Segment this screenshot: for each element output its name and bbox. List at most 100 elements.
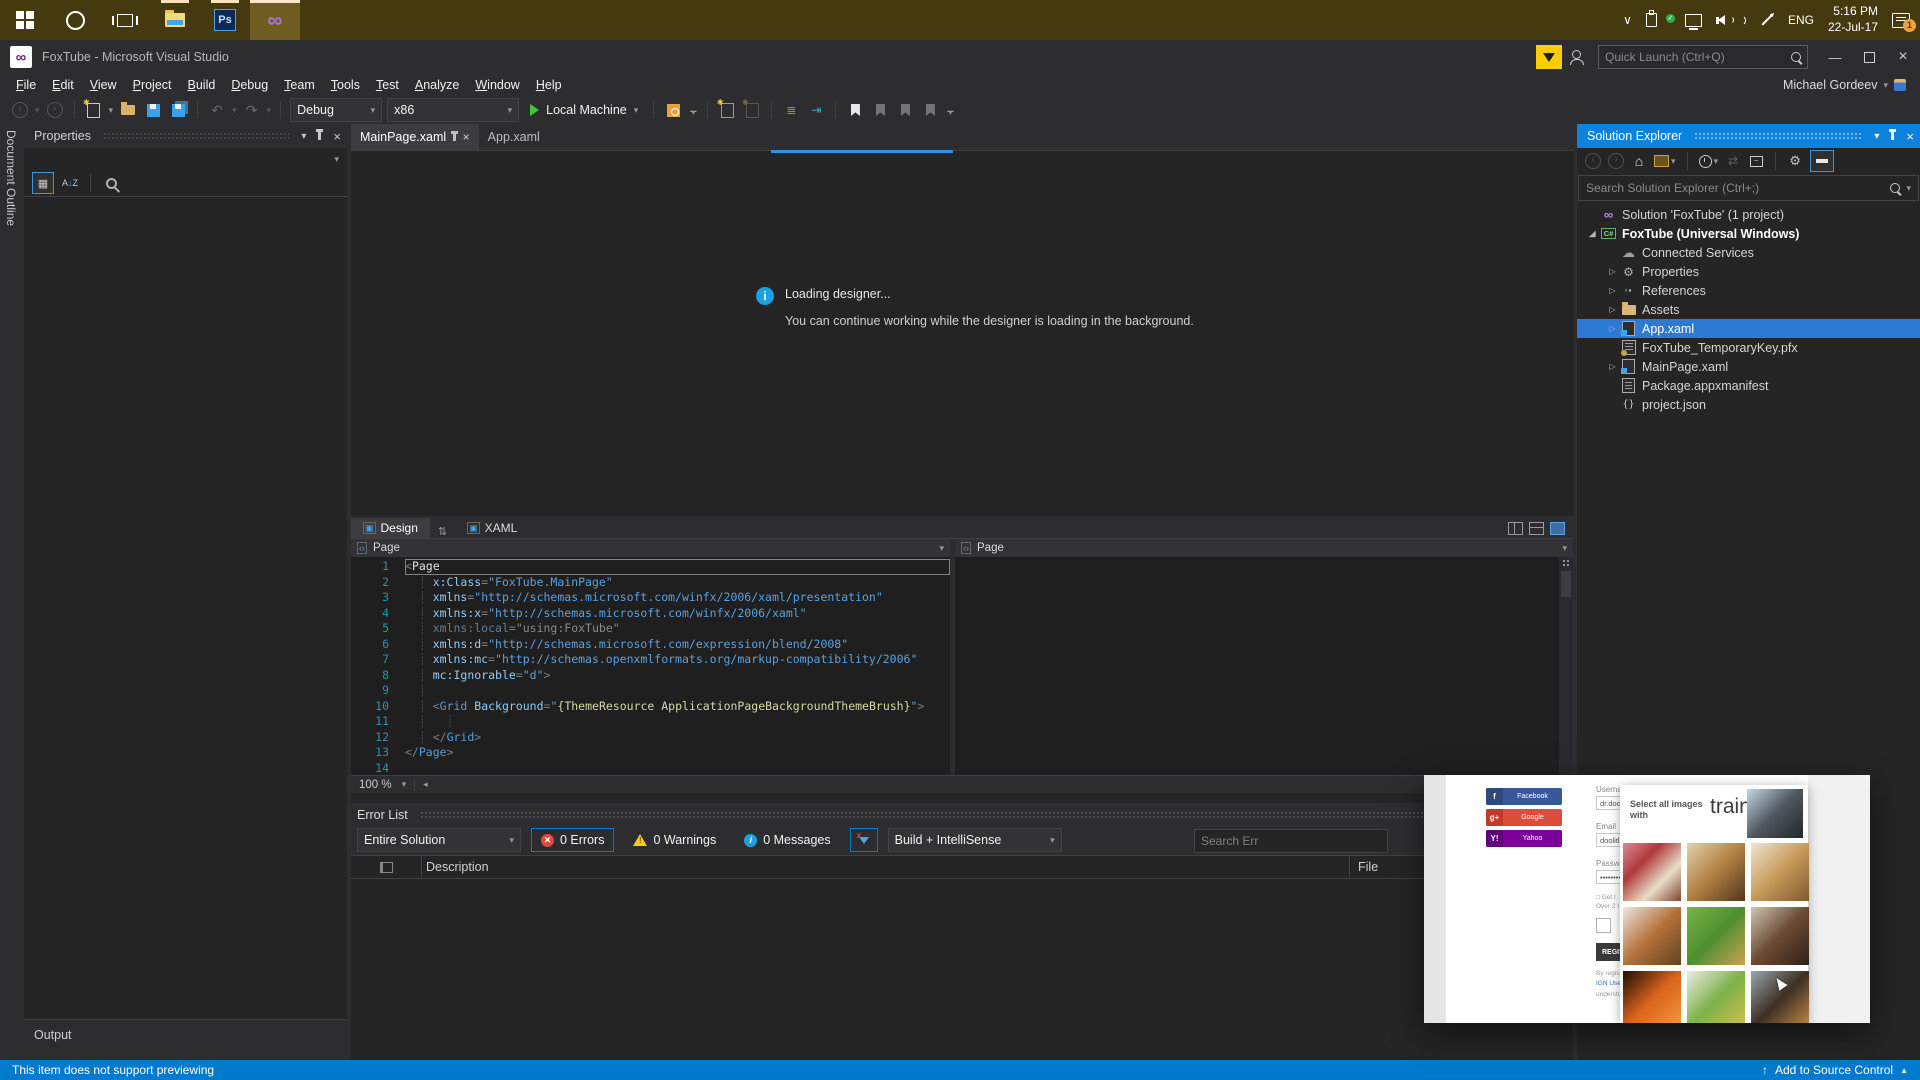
messages-toggle[interactable]: i0 Messages bbox=[735, 829, 839, 851]
menu-test[interactable]: Test bbox=[368, 76, 407, 94]
code-line[interactable]: 13 </Page> bbox=[351, 745, 950, 761]
errors-toggle[interactable]: ✕ 0 Errors bbox=[531, 828, 615, 852]
captcha-tile-breakfast-plate[interactable] bbox=[1623, 907, 1681, 965]
code-line[interactable]: 2 ┊ x:Class="FoxTube.MainPage" bbox=[351, 575, 950, 591]
error-scope-dropdown[interactable]: Entire Solution ▾ bbox=[357, 828, 521, 852]
undo-icon[interactable]: ↶ bbox=[207, 100, 227, 120]
open-file-icon[interactable] bbox=[118, 100, 138, 120]
outdent-icon[interactable]: ⇥ bbox=[806, 100, 826, 120]
tree-item-Connected Services[interactable]: ☁ Connected Services bbox=[1577, 243, 1920, 262]
home-icon[interactable]: ⌂ bbox=[1631, 151, 1647, 171]
captcha-tile-bread-pudding[interactable] bbox=[1687, 843, 1745, 901]
breadcrumb-right[interactable]: ‹› Page ▾ bbox=[955, 539, 1573, 557]
swap-panes-icon[interactable]: ⇅ bbox=[430, 525, 455, 538]
language-indicator[interactable]: ENG bbox=[1788, 13, 1814, 27]
preview-selected-items-icon[interactable] bbox=[1810, 150, 1835, 172]
sync-with-active-document-icon[interactable]: ⇄ bbox=[1725, 151, 1741, 171]
key-icon[interactable] bbox=[101, 173, 121, 193]
menu-tools[interactable]: Tools bbox=[323, 76, 368, 94]
menu-help[interactable]: Help bbox=[528, 76, 570, 94]
captcha-tile-orange-bowl[interactable] bbox=[1623, 971, 1681, 1023]
breadcrumb-chevron-icon[interactable]: ▾ bbox=[1562, 543, 1567, 554]
find-in-files-icon[interactable] bbox=[663, 100, 683, 120]
severity-column-icon[interactable] bbox=[379, 861, 393, 873]
captcha-tile-pancakes[interactable] bbox=[1751, 843, 1809, 901]
solution-explorer-search-input[interactable]: Search Solution Explorer (Ctrl+;) ▾ bbox=[1578, 175, 1919, 201]
new-file-chevron-icon[interactable]: ▾ bbox=[109, 105, 114, 116]
code-line[interactable]: 9 ┊ bbox=[351, 683, 950, 699]
tree-item-References[interactable]: ▷ ▫▪ References bbox=[1577, 281, 1920, 300]
output-title[interactable]: Output bbox=[34, 1028, 72, 1042]
code-line[interactable]: 14 bbox=[351, 761, 950, 776]
captcha-tile-salad-bowl[interactable] bbox=[1687, 971, 1745, 1023]
switch-views-icon[interactable]: ▾ bbox=[1654, 151, 1676, 171]
clock[interactable]: 5:16 PM 22-Jul-17 bbox=[1828, 4, 1878, 35]
code-pane[interactable]: 1 <Page 2 ┊ x:Class="FoxTube.MainPage" 3 ┊ … bbox=[351, 557, 950, 775]
minimize-button[interactable]: — bbox=[1818, 40, 1852, 74]
close-button[interactable]: × bbox=[1886, 40, 1920, 74]
code-line[interactable]: 7 ┊ xmlns:mc="http://schemas.openxmlform… bbox=[351, 652, 950, 668]
error-list-search-input[interactable]: Search Err bbox=[1194, 829, 1388, 853]
solution-config-dropdown[interactable]: Debug ▾ bbox=[290, 98, 383, 122]
code-line[interactable]: 5 ┊ xmlns:local="using:FoxTube" bbox=[351, 621, 950, 637]
pin-icon[interactable] bbox=[451, 131, 457, 141]
comment-icon[interactable] bbox=[742, 98, 762, 120]
user-avatar[interactable] bbox=[1894, 79, 1906, 91]
redo-chevron-icon[interactable]: ▾ bbox=[267, 105, 272, 116]
collapsed-arrow-icon[interactable]: ▷ bbox=[1605, 286, 1620, 295]
network-icon[interactable] bbox=[1684, 13, 1702, 30]
collapse-pane-icon[interactable] bbox=[1550, 522, 1565, 535]
collapse-all-icon[interactable]: − bbox=[1748, 151, 1764, 171]
close-icon[interactable]: × bbox=[1906, 129, 1914, 144]
properties-wrench-icon[interactable]: ⚙ bbox=[1787, 151, 1803, 171]
code-line[interactable]: 1 <Page bbox=[351, 559, 950, 575]
usb-icon[interactable] bbox=[1645, 10, 1657, 27]
xaml-tab[interactable]: ▣ XAML bbox=[455, 518, 529, 538]
expanded-arrow-icon[interactable]: ◢ bbox=[1585, 229, 1600, 238]
clear-bookmarks-icon[interactable] bbox=[920, 100, 940, 120]
close-icon[interactable]: × bbox=[463, 130, 470, 144]
xaml-code-editor[interactable]: 1 <Page 2 ┊ x:Class="FoxTube.MainPage" 3 ┊ … bbox=[351, 557, 1573, 775]
alphabetical-icon[interactable]: A ↓ Z bbox=[60, 173, 80, 193]
breadcrumb-chevron-icon[interactable]: ▾ bbox=[939, 543, 944, 554]
navigate-back-icon[interactable]: ‹ bbox=[10, 100, 30, 120]
navigate-back-chevron-icon[interactable]: ▾ bbox=[35, 105, 40, 116]
prev-bookmark-icon[interactable] bbox=[870, 100, 890, 120]
tree-item-App.xaml[interactable]: ▷ App.xaml bbox=[1577, 319, 1920, 338]
pin-icon[interactable] bbox=[316, 129, 324, 140]
tree-item-MainPage.xaml[interactable]: ▷ MainPage.xaml bbox=[1577, 357, 1920, 376]
feedback-button[interactable] bbox=[1536, 45, 1562, 69]
tab-MainPage.xaml[interactable]: MainPage.xaml × bbox=[351, 124, 479, 150]
code-line[interactable]: 4 ┊ xmlns:x="http://schemas.microsoft.co… bbox=[351, 606, 950, 622]
captcha-tile-strawberry-cake[interactable] bbox=[1623, 843, 1681, 901]
volume-icon[interactable] bbox=[1715, 14, 1746, 26]
next-bookmark-icon[interactable] bbox=[895, 100, 915, 120]
close-icon[interactable]: × bbox=[333, 129, 341, 144]
categorized-icon[interactable]: ▦ bbox=[32, 172, 54, 194]
signed-in-user[interactable]: Michael Gordeev bbox=[1783, 78, 1878, 92]
menu-team[interactable]: Team bbox=[276, 76, 323, 94]
back-icon[interactable]: ‹ bbox=[1585, 151, 1601, 171]
collapsed-arrow-icon[interactable]: ▷ bbox=[1605, 362, 1620, 371]
menu-analyze[interactable]: Analyze bbox=[407, 76, 467, 94]
recaptcha-checkbox[interactable] bbox=[1596, 918, 1611, 933]
visual-studio-button[interactable]: ∞ bbox=[250, 0, 300, 40]
restore-button[interactable] bbox=[1852, 40, 1886, 74]
start-button[interactable] bbox=[0, 0, 50, 40]
editor-zoom-dropdown[interactable]: 100 % ▾ bbox=[351, 778, 416, 791]
tray-chevron-icon[interactable]: ∨ bbox=[1623, 13, 1632, 27]
menu-file[interactable]: File bbox=[8, 76, 44, 94]
redo-icon[interactable]: ↷ bbox=[242, 100, 262, 120]
secondary-code-pane[interactable] bbox=[955, 557, 1559, 775]
breadcrumb-left[interactable]: ‹› Page ▾ bbox=[351, 539, 955, 557]
tab-App.xaml[interactable]: App.xaml bbox=[479, 124, 549, 150]
cortana-button[interactable] bbox=[50, 0, 100, 40]
pin-icon[interactable] bbox=[1889, 129, 1897, 140]
captcha-tile-coffee-beans[interactable] bbox=[1751, 907, 1809, 965]
window-position-chevron-icon[interactable]: ▾ bbox=[301, 131, 306, 142]
code-line[interactable]: 8 ┊ mc:Ignorable="d"> bbox=[351, 668, 950, 684]
undo-chevron-icon[interactable]: ▾ bbox=[232, 105, 237, 116]
toolbar-overflow-icon[interactable]: ▁ ▾ bbox=[688, 104, 698, 117]
menu-build[interactable]: Build bbox=[180, 76, 224, 94]
collapsed-arrow-icon[interactable]: ▷ bbox=[1605, 267, 1620, 276]
